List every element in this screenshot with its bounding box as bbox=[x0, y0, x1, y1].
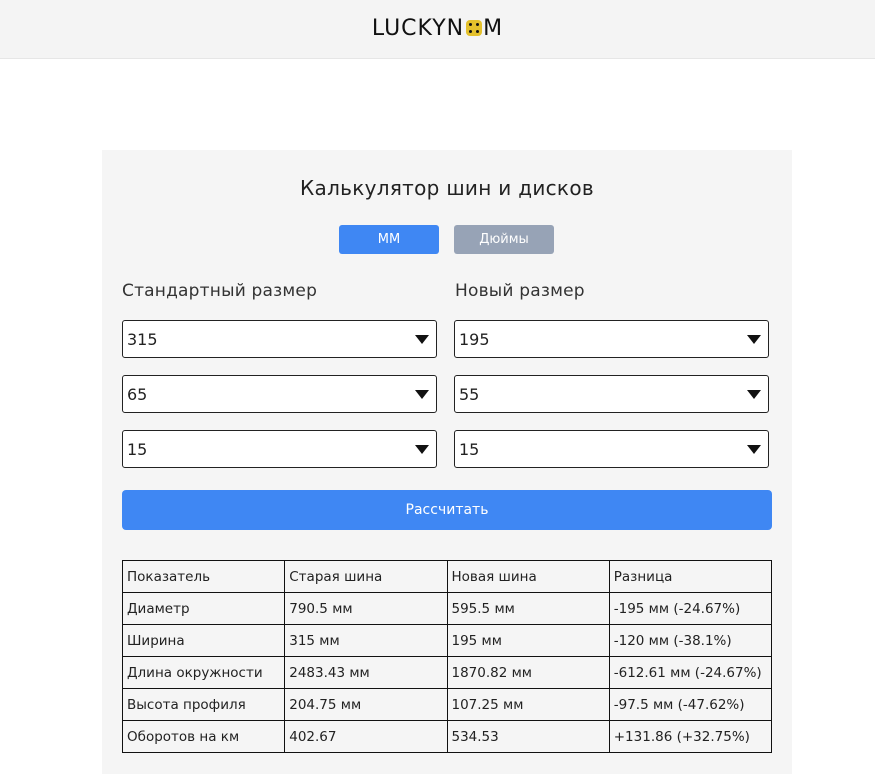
unit-mm-button[interactable]: ММ bbox=[339, 225, 439, 254]
table-row: Оборотов на км 402.67 534.53 +131.86 (+3… bbox=[121, 720, 773, 753]
new-width-value: 195 bbox=[459, 330, 490, 349]
header-cell: Старая шина bbox=[284, 560, 448, 593]
standard-rim-value: 15 bbox=[127, 440, 148, 459]
dropdown-arrow-icon bbox=[415, 390, 429, 399]
logo-text-right: M bbox=[483, 16, 504, 41]
results-table: Показатель Старая шина Новая шина Разниц… bbox=[121, 560, 773, 753]
dice-icon bbox=[466, 20, 483, 36]
table-cell: +131.86 (+32.75%) bbox=[608, 720, 773, 753]
table-row: Диаметр 790.5 мм 595.5 мм -195 мм (-24.6… bbox=[121, 592, 773, 625]
table-cell: 2483.43 мм bbox=[284, 656, 448, 689]
table-cell: Оборотов на км bbox=[121, 720, 286, 753]
standard-profile-select[interactable]: 65 bbox=[122, 375, 437, 413]
table-cell: -612.61 мм (-24.67%) bbox=[608, 656, 773, 689]
standard-rim-select[interactable]: 15 bbox=[122, 430, 437, 468]
calculator-card: Калькулятор шин и дисков ММ Дюймы Станда… bbox=[102, 150, 792, 774]
calculate-button[interactable]: Рассчитать bbox=[122, 490, 772, 530]
dropdown-arrow-icon bbox=[747, 390, 761, 399]
table-cell: -120 мм (-38.1%) bbox=[608, 624, 773, 657]
top-bar: LUCKYN M bbox=[0, 0, 875, 59]
table-cell: -195 мм (-24.67%) bbox=[608, 592, 773, 625]
table-row: Ширина 315 мм 195 мм -120 мм (-38.1%) bbox=[121, 624, 773, 657]
logo-text-left: LUCKYN bbox=[371, 16, 465, 41]
new-profile-select[interactable]: 55 bbox=[454, 375, 769, 413]
dropdown-arrow-icon bbox=[415, 445, 429, 454]
site-logo[interactable]: LUCKYN M bbox=[0, 17, 875, 41]
table-row: Высота профиля 204.75 мм 107.25 мм -97.5… bbox=[121, 688, 773, 721]
table-cell: 195 мм bbox=[446, 624, 610, 657]
table-cell: 534.53 bbox=[446, 720, 610, 753]
table-cell: 595.5 мм bbox=[446, 592, 610, 625]
unit-inches-button[interactable]: Дюймы bbox=[454, 225, 554, 254]
table-cell: Длина окружности bbox=[121, 656, 286, 689]
dropdown-arrow-icon bbox=[747, 335, 761, 344]
table-row: Длина окружности 2483.43 мм 1870.82 мм -… bbox=[121, 656, 773, 689]
table-cell: Высота профиля bbox=[121, 688, 286, 721]
table-cell: 315 мм bbox=[284, 624, 448, 657]
table-cell: -97.5 мм (-47.62%) bbox=[608, 688, 773, 721]
table-cell: Ширина bbox=[121, 624, 286, 657]
dropdown-arrow-icon bbox=[415, 335, 429, 344]
table-cell: Диаметр bbox=[121, 592, 286, 625]
new-rim-value: 15 bbox=[459, 440, 480, 459]
standard-width-select[interactable]: 315 bbox=[122, 320, 437, 358]
new-size-label: Новый размер bbox=[455, 281, 585, 301]
table-cell: 1870.82 мм bbox=[446, 656, 610, 689]
table-cell: 402.67 bbox=[284, 720, 448, 753]
table-cell: 204.75 мм bbox=[284, 688, 448, 721]
table-cell: 107.25 мм bbox=[446, 688, 610, 721]
dropdown-arrow-icon bbox=[747, 445, 761, 454]
table-cell: 790.5 мм bbox=[284, 592, 448, 625]
table-header-row: Показатель Старая шина Новая шина Разниц… bbox=[121, 560, 773, 593]
standard-profile-value: 65 bbox=[127, 385, 148, 404]
header-cell: Новая шина bbox=[446, 560, 610, 593]
standard-size-label: Стандартный размер bbox=[122, 281, 318, 301]
standard-width-value: 315 bbox=[127, 330, 158, 349]
new-rim-select[interactable]: 15 bbox=[454, 430, 769, 468]
header-cell: Разница bbox=[608, 560, 773, 593]
new-width-select[interactable]: 195 bbox=[454, 320, 769, 358]
header-cell: Показатель bbox=[121, 560, 286, 593]
new-profile-value: 55 bbox=[459, 385, 480, 404]
calculator-title: Калькулятор шин и дисков bbox=[300, 176, 594, 200]
